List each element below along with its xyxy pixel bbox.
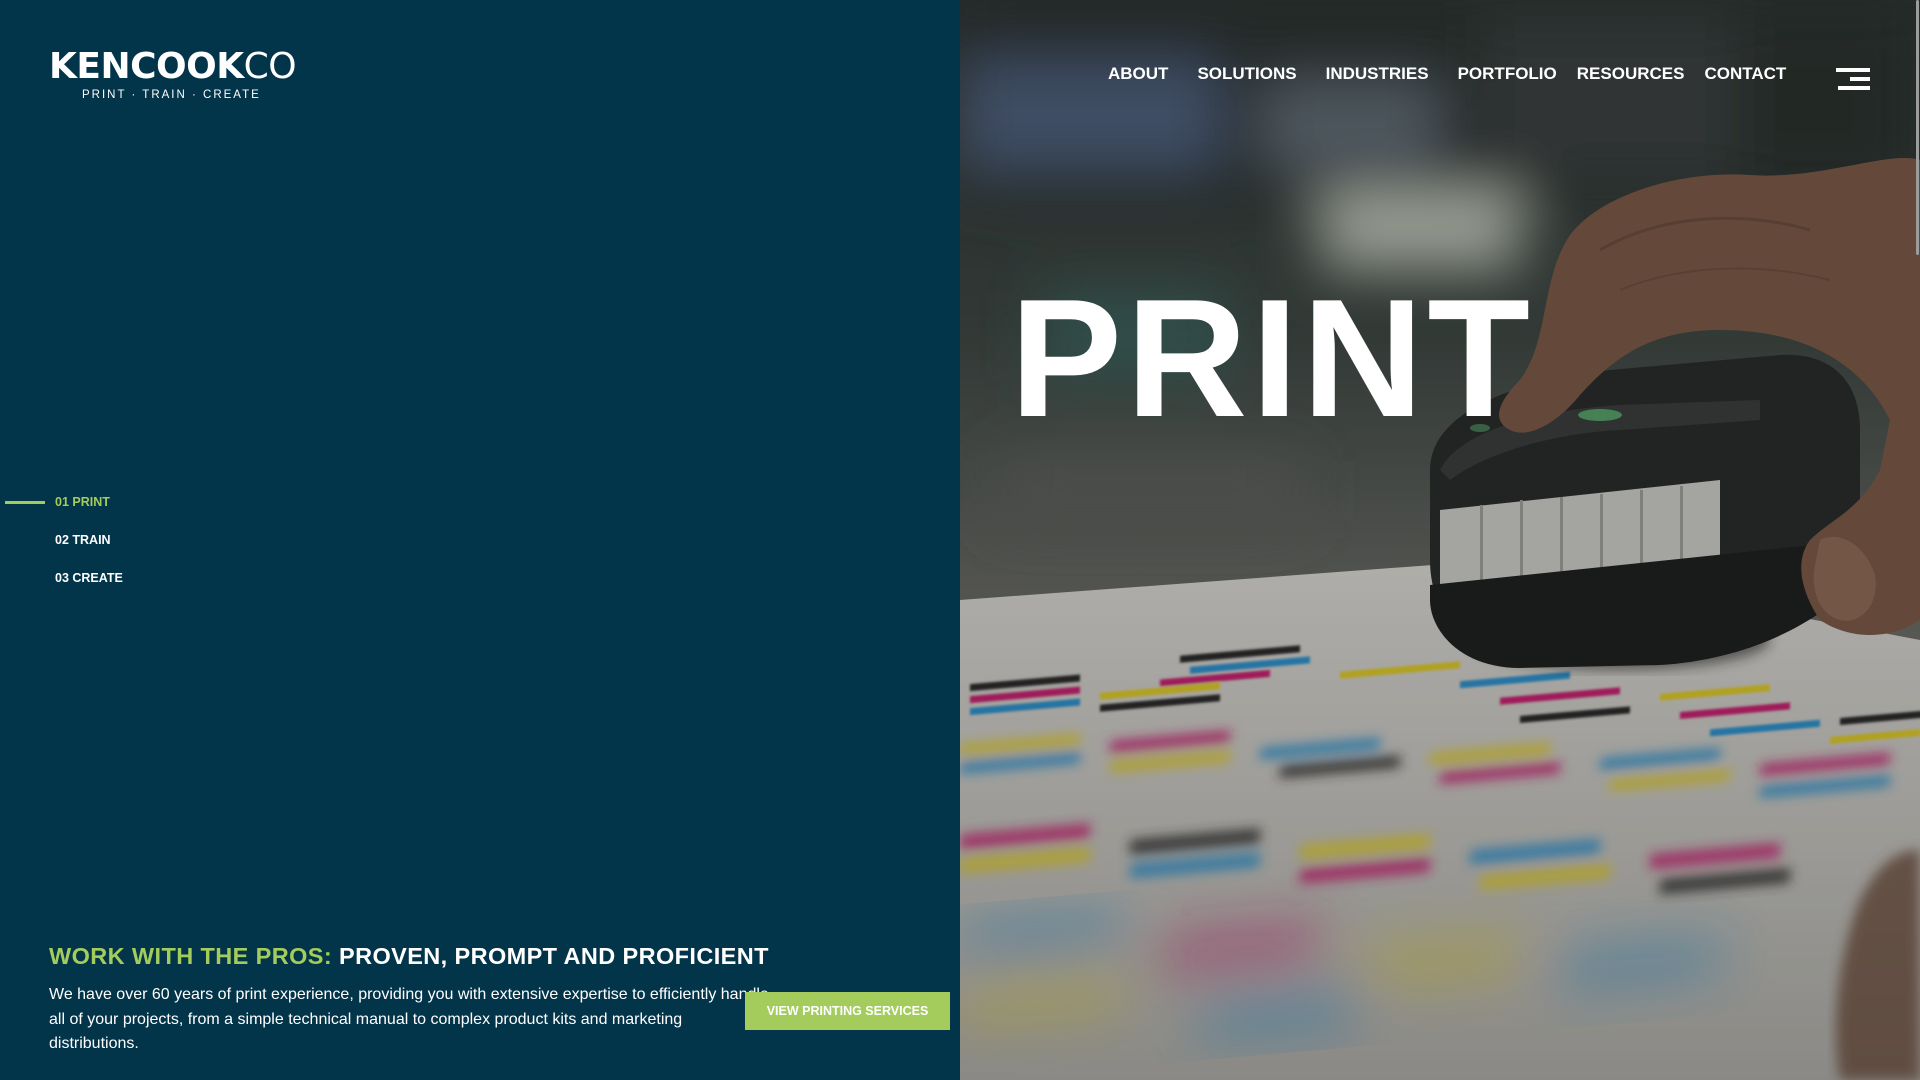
nav-industries[interactable]: INDUSTRIES bbox=[1326, 64, 1429, 84]
section-headline: WORK WITH THE PROS: PROVEN, PROMPT AND P… bbox=[49, 943, 769, 970]
nav-contact[interactable]: CONTACT bbox=[1704, 64, 1786, 84]
menu-bar-middle bbox=[1850, 77, 1870, 81]
active-slide-indicator bbox=[5, 501, 45, 504]
photo-overlay bbox=[960, 0, 1920, 1080]
slide-nav-label: 03 CREATE bbox=[55, 571, 123, 585]
nav-resources[interactable]: RESOURCES bbox=[1577, 64, 1685, 84]
logo[interactable]: KENCOOKCO PRINT · TRAIN · CREATE bbox=[49, 46, 297, 102]
menu-bar-bottom bbox=[1838, 86, 1870, 90]
view-printing-services-button[interactable]: VIEW PRINTING SERVICES bbox=[745, 992, 950, 1030]
hero-title: PRINT bbox=[1010, 264, 1534, 452]
slide-nav-print[interactable]: 01 PRINT bbox=[0, 492, 123, 530]
headline-rest: PROVEN, PROMPT AND PROFICIENT bbox=[339, 943, 769, 969]
hamburger-menu-icon[interactable] bbox=[1836, 68, 1870, 92]
hero-photo bbox=[960, 0, 1920, 1080]
main-navigation: ABOUT SOLUTIONS INDUSTRIES PORTFOLIO RES… bbox=[1108, 64, 1786, 84]
nav-portfolio[interactable]: PORTFOLIO bbox=[1458, 64, 1557, 84]
slide-nav-create[interactable]: 03 CREATE bbox=[0, 568, 123, 606]
nav-about[interactable]: ABOUT bbox=[1108, 64, 1168, 84]
menu-bar-top bbox=[1836, 68, 1870, 72]
slide-nav-label: 01 PRINT bbox=[55, 495, 110, 509]
slide-navigation: 01 PRINT 02 TRAIN 03 CREATE bbox=[0, 492, 123, 606]
section-body: We have over 60 years of print experienc… bbox=[49, 986, 769, 1052]
logo-wordmark: KENCOOKCO bbox=[49, 46, 297, 87]
headline-accent: WORK WITH THE PROS: bbox=[49, 943, 333, 969]
slide-nav-train[interactable]: 02 TRAIN bbox=[0, 530, 123, 568]
page-scrollbar[interactable] bbox=[1915, 0, 1920, 1080]
nav-solutions[interactable]: SOLUTIONS bbox=[1197, 64, 1296, 84]
slide-nav-label: 02 TRAIN bbox=[55, 533, 111, 547]
scrollbar-thumb[interactable] bbox=[1916, 0, 1919, 255]
logo-tagline: PRINT · TRAIN · CREATE bbox=[82, 89, 261, 101]
left-panel: KENCOOKCO PRINT · TRAIN · CREATE 01 PRIN… bbox=[0, 0, 960, 1080]
